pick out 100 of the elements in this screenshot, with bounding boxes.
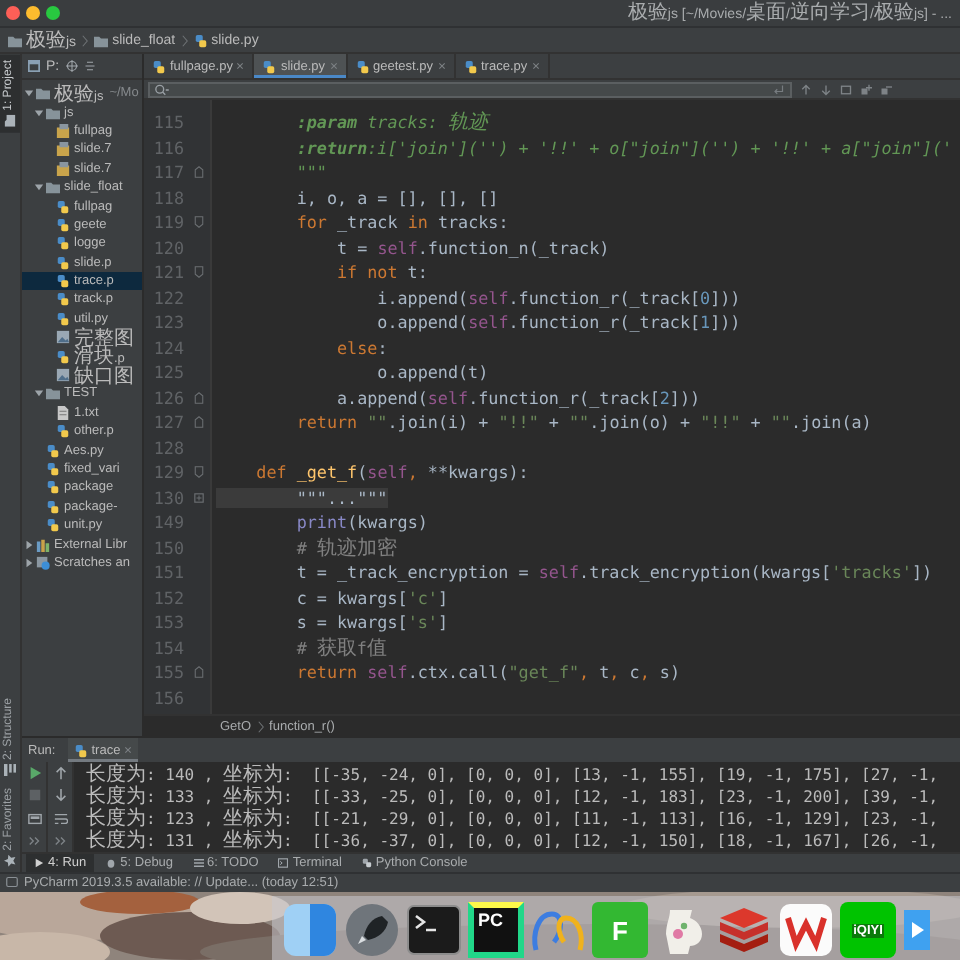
folder-icon	[94, 33, 109, 47]
play-icon[interactable]	[27, 766, 41, 781]
minimize-window-icon[interactable]	[26, 6, 40, 20]
code-line: t = self.function_n(_track)	[335, 237, 610, 258]
image-file-icon	[56, 330, 70, 345]
status-icon[interactable]	[6, 876, 18, 889]
tree-item[interactable]: 缺口图	[22, 365, 142, 385]
close-icon[interactable]	[531, 62, 540, 70]
python-file-icon	[56, 349, 70, 364]
code-line: # 轨迹加密	[294, 535, 397, 562]
code-line: :param tracks: 轨迹	[294, 109, 488, 137]
folder-icon	[46, 386, 60, 401]
bug-icon	[106, 858, 117, 868]
image-file-icon	[56, 368, 70, 383]
code-line: o.append(t)	[375, 362, 489, 383]
stop-icon[interactable]	[27, 788, 41, 803]
python-file-icon	[355, 59, 369, 73]
output-line: 长度为: 123 , 坐标为: [[-21, -29, 0], [0, 0, 0], [11, -1, 113], [16, -1, 129], [23, -1,	[86, 808, 941, 830]
more-icon[interactable]	[27, 833, 41, 848]
play-icon	[34, 858, 44, 868]
code-line: if not t:	[335, 262, 428, 283]
close-icon[interactable]	[329, 62, 337, 70]
enter-icon	[770, 83, 786, 95]
remove-selection-icon[interactable]	[880, 83, 892, 95]
text-file-icon	[56, 405, 70, 420]
code-line: # 获取f值	[294, 635, 387, 662]
terminal-icon[interactable]	[406, 902, 462, 959]
next-occurrence-icon[interactable]	[820, 83, 832, 95]
expand-arrow-icon[interactable]	[24, 557, 34, 568]
chevron-icon	[181, 33, 188, 47]
folder-icon	[46, 180, 60, 195]
code-line: """	[294, 162, 327, 183]
fold-marker-icon[interactable]	[193, 416, 203, 429]
chevron-icon	[82, 33, 89, 47]
wps-icon[interactable]	[778, 902, 834, 959]
code-line: for _track in tracks:	[294, 212, 509, 233]
fold-marker-icon[interactable]	[193, 266, 203, 279]
expand-arrow-icon[interactable]	[34, 388, 44, 399]
rocket-icon[interactable]	[344, 902, 400, 959]
up-arrow-icon[interactable]	[53, 766, 67, 781]
code-line: t = _track_encryption = self.track_encryption(kwargs['tracks'])	[294, 562, 933, 583]
close-icon[interactable]	[437, 62, 445, 70]
code-line: else:	[335, 337, 388, 358]
terminal-icon	[278, 858, 289, 868]
library-icon	[36, 537, 50, 552]
zoom-window-icon[interactable]	[46, 6, 60, 20]
expand-arrow-icon[interactable]	[34, 107, 44, 118]
locate-icon[interactable]	[65, 60, 78, 72]
code-line: s = kwargs['s']	[294, 612, 448, 633]
python-file-icon	[262, 59, 277, 73]
scratch-icon	[36, 555, 50, 570]
close-icon[interactable]	[236, 62, 245, 70]
js-file-icon	[56, 142, 70, 157]
expand-arrow-icon[interactable]	[24, 539, 34, 550]
code-line: return self.ctx.call("get_f", t, c, s)	[294, 662, 680, 683]
add-selection-icon[interactable]	[860, 83, 872, 95]
more-icon[interactable]	[53, 833, 67, 848]
chevron-icon	[257, 719, 264, 733]
output-line: 长度为: 133 , 坐标为: [[-33, -25, 0], [0, 0, 0], [12, -1, 183], [23, -1, 200], [39, -1,	[86, 786, 941, 808]
down-arrow-icon[interactable]	[53, 788, 67, 803]
output-line: 长度为: 131 , 坐标为: [[-36, -37, 0], [0, 0, 0], [12, -1, 150], [18, -1, 167], [26, -1,	[86, 830, 941, 852]
python-file-icon	[73, 743, 88, 757]
pycharm-icon[interactable]: PC	[468, 902, 524, 959]
code-line: def _get_f(self, **kwargs):	[254, 462, 529, 483]
code-line: a.append(self.function_r(_track[2]))	[335, 387, 701, 408]
select-all-icon[interactable]	[840, 83, 852, 95]
fold-marker-icon[interactable]	[193, 166, 203, 179]
fold-marker-icon[interactable]	[193, 466, 203, 479]
previous-occurrence-icon[interactable]	[800, 83, 812, 95]
star-icon	[4, 854, 16, 866]
close-icon[interactable]	[124, 746, 133, 754]
python-console-icon	[361, 858, 372, 868]
folder-icon	[8, 33, 22, 47]
soft-wrap-icon[interactable]	[53, 811, 67, 826]
close-window-icon[interactable]	[6, 6, 20, 20]
code-line: i.append(self.function_r(_track[0]))	[375, 287, 741, 308]
list-icon	[193, 858, 204, 868]
fold-marker-icon[interactable]	[193, 666, 203, 679]
python-file-icon	[463, 59, 477, 73]
output-line: 长度为: 140 , 坐标为: [[-35, -24, 0], [0, 0, 0], [13, -1, 155], [19, -1, 175], [27, -1,	[86, 764, 941, 786]
panel-icon	[28, 60, 40, 72]
code-line: o.append(self.function_r(_track[1]))	[375, 312, 741, 333]
code-line: i, o, a = [], [], []	[294, 187, 499, 208]
python-file-icon	[152, 59, 166, 73]
fold-marker-icon[interactable]	[193, 391, 203, 404]
tree-item[interactable]: 完整图	[22, 328, 142, 347]
search-field[interactable]	[148, 81, 792, 97]
js-file-icon	[56, 123, 70, 138]
code-line: c = kwargs['c']	[294, 587, 448, 608]
code-line: return "".join(i) + "!!" + "".join(o) + "!!" + "".join(a)	[294, 412, 872, 433]
fold-marker-icon[interactable]	[193, 216, 203, 229]
collapse-icon[interactable]	[83, 60, 96, 72]
code-line: print(kwargs)	[294, 512, 428, 533]
expand-arrow-icon[interactable]	[24, 88, 34, 99]
python-file-icon	[193, 33, 208, 47]
layout-icon[interactable]	[27, 811, 41, 826]
search-icon	[154, 83, 170, 95]
expand-arrow-icon[interactable]	[34, 182, 44, 193]
folder-icon	[4, 114, 16, 127]
expand-fold-icon[interactable]	[193, 491, 203, 504]
